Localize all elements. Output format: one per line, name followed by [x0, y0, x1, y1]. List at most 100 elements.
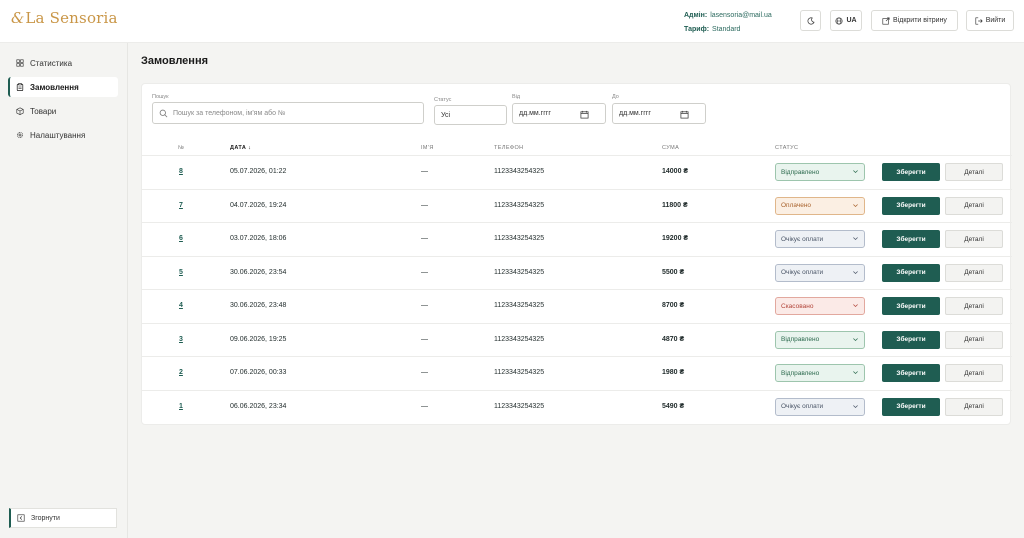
status-select[interactable]: Очікує оплати	[775, 230, 865, 248]
save-button[interactable]: Зберегти	[882, 364, 940, 382]
save-button[interactable]: Зберегти	[882, 230, 940, 248]
from-date-input[interactable]: дд.мм.гггг	[512, 103, 606, 124]
logout-icon	[975, 16, 983, 25]
admin-email: lasensoria@mail.ua	[710, 12, 772, 19]
order-date: 05.07.2026, 01:22	[230, 168, 287, 175]
order-number-link[interactable]: 7	[179, 202, 183, 209]
status-filter-label: Статус	[434, 97, 452, 103]
clipboard-icon	[16, 83, 24, 91]
logout-label: Вийти	[985, 17, 1006, 24]
customer-name: —	[421, 268, 428, 276]
theme-toggle-button[interactable]	[800, 10, 821, 31]
order-sum: 8700 ₴	[662, 302, 685, 309]
col-date-sort[interactable]: ДАТА ↓	[230, 145, 251, 151]
customer-name: —	[421, 335, 428, 343]
details-button[interactable]: Деталі	[945, 397, 1003, 416]
order-number-link[interactable]: 8	[179, 168, 183, 175]
page-title: Замовлення	[141, 55, 209, 67]
details-button[interactable]: Деталі	[945, 330, 1003, 349]
table-row: 5 30.06.2026, 23:54 — 1123343254325 5500 ₴ Оч…	[142, 257, 1012, 290]
search-input[interactable]: Пошук за телефоном, ім'ям або №	[152, 102, 424, 124]
col-num: №	[178, 145, 185, 151]
order-sum: 19200 ₴	[662, 235, 689, 242]
logo[interactable]: & La Sensoria	[11, 9, 118, 27]
status-filter-select[interactable]: Усі	[434, 105, 507, 125]
details-button[interactable]: Деталі	[945, 196, 1003, 215]
col-name: ІМ'Я	[421, 145, 434, 151]
details-button[interactable]: Деталі	[945, 297, 1003, 315]
status-select[interactable]: Очікує оплати	[775, 263, 865, 282]
order-number-link[interactable]: 3	[179, 336, 183, 343]
order-number-link[interactable]: 4	[179, 302, 183, 309]
open-store-button[interactable]: Відкрити вітрину	[871, 10, 958, 31]
details-button[interactable]: Деталі	[945, 364, 1003, 382]
customer-name: —	[421, 168, 428, 175]
status-select[interactable]: Очікує оплати	[775, 397, 865, 416]
sidebar-item-orders[interactable]: Замовлення	[8, 77, 118, 97]
order-number-link[interactable]: 6	[179, 235, 183, 242]
save-button[interactable]: Зберегти	[882, 297, 940, 315]
to-date-label: До	[612, 94, 619, 100]
sidebar-item-statistics[interactable]: Статистика	[8, 53, 118, 73]
order-date: 06.06.2026, 23:34	[230, 402, 287, 410]
status-value: Відправлено	[781, 369, 820, 377]
customer-name: —	[421, 369, 428, 376]
status-value: Оплачено	[781, 202, 812, 209]
save-button[interactable]: Зберегти	[882, 263, 940, 282]
logout-button[interactable]: Вийти	[966, 10, 1014, 31]
chevron-down-icon	[853, 404, 858, 408]
status-select[interactable]: Скасовано	[775, 297, 865, 315]
admin-info: Адмін: lasensoria@mail.ua Тариф: Standard	[684, 9, 772, 37]
status-select[interactable]: Оплачено	[775, 196, 865, 215]
chevron-down-icon	[853, 371, 858, 375]
status-value: Відправлено	[781, 168, 820, 176]
search-icon	[159, 109, 168, 117]
search-placeholder: Пошук за телефоном, ім'ям або №	[173, 109, 286, 117]
order-date: 30.06.2026, 23:48	[230, 302, 287, 309]
plan-value: Standard	[712, 26, 741, 33]
status-value: Відправлено	[781, 336, 820, 343]
details-button[interactable]: Деталі	[945, 263, 1003, 282]
order-number-link[interactable]: 1	[179, 403, 183, 410]
to-date-input[interactable]: дд.мм.гггг	[612, 103, 706, 124]
sidebar-item-label: Налаштування	[30, 130, 86, 140]
box-icon	[16, 107, 24, 115]
details-button[interactable]: Деталі	[945, 230, 1003, 248]
customer-phone: 1123343254325	[494, 168, 545, 175]
col-phone: ТЕЛЕФОН	[494, 145, 524, 151]
table-row: 1 06.06.2026, 23:34 — 1123343254325 5490 ₴ Оч…	[142, 391, 1012, 425]
table-row: 3 09.06.2026, 19:25 — 1123343254325 4870 ₴ Ві…	[142, 324, 1012, 357]
save-button[interactable]: Зберегти	[882, 330, 940, 349]
sidebar-item-settings[interactable]: Налаштування	[8, 125, 118, 145]
details-button[interactable]: Деталі	[945, 163, 1003, 181]
order-number-link[interactable]: 5	[179, 269, 183, 276]
sidebar-item-label: Статистика	[30, 58, 73, 68]
col-status: СТАТУС	[775, 145, 799, 151]
customer-name: —	[421, 302, 428, 309]
save-button[interactable]: Зберегти	[882, 196, 940, 215]
language-button[interactable]: UA	[830, 10, 862, 31]
status-filter-value: Усі	[441, 111, 451, 119]
calendar-icon	[580, 110, 589, 119]
order-number-link[interactable]: 2	[179, 369, 183, 376]
customer-phone: 1123343254325	[494, 201, 545, 209]
logo-mark: &	[11, 9, 25, 27]
customer-name: —	[421, 402, 428, 410]
save-button[interactable]: Зберегти	[882, 397, 940, 416]
order-date: 07.06.2026, 00:33	[230, 369, 287, 376]
to-date-placeholder: дд.мм.гггг	[619, 110, 651, 117]
table-header: № ДАТА ↓ ІМ'Я ТЕЛЕФОН СУМА СТАТУС	[142, 140, 1012, 156]
save-button[interactable]: Зберегти	[882, 163, 940, 181]
collapse-sidebar-button[interactable]: Згорнути	[9, 508, 117, 528]
customer-phone: 1123343254325	[494, 235, 545, 242]
status-select[interactable]: Відправлено	[775, 330, 865, 349]
order-date: 30.06.2026, 23:54	[230, 268, 287, 276]
from-date-label: Від	[512, 94, 521, 100]
sidebar-item-products[interactable]: Товари	[8, 101, 118, 121]
collapse-label: Згорнути	[31, 514, 60, 522]
order-sum: 11800 ₴	[662, 201, 688, 209]
status-select[interactable]: Відправлено	[775, 364, 865, 382]
status-value: Очікує оплати	[781, 269, 824, 276]
calendar-icon	[680, 110, 689, 119]
status-select[interactable]: Відправлено	[775, 163, 865, 181]
